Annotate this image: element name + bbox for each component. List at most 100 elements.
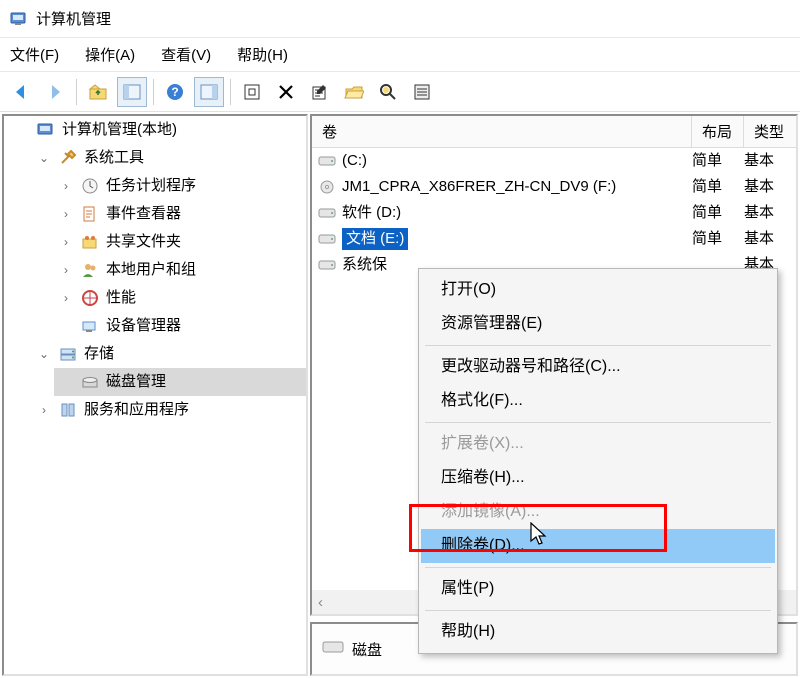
col-layout[interactable]: 布局: [692, 116, 744, 147]
ctx-add-mirror: 添加镜像(A)...: [421, 495, 775, 529]
list-header: 卷 布局 类型: [312, 116, 796, 148]
show-hide-tree-button[interactable]: [117, 77, 147, 107]
tree-root[interactable]: 计算机管理(本地): [10, 116, 306, 144]
volume-name: 系统保: [342, 254, 387, 276]
volume-type: 基本: [744, 202, 796, 224]
tree-users-groups[interactable]: › 本地用户和组: [54, 256, 306, 284]
tree-label: 共享文件夹: [106, 231, 181, 253]
tree-services-apps[interactable]: › 服务和应用程序: [32, 396, 306, 424]
volume-name: 文档 (E:): [342, 228, 408, 250]
col-type[interactable]: 类型: [744, 116, 796, 147]
volume-name: 软件 (D:): [342, 202, 401, 224]
expand-icon[interactable]: ›: [58, 287, 74, 309]
tree-label: 任务计划程序: [106, 175, 196, 197]
users-icon: [80, 260, 100, 280]
dvd-icon: [318, 180, 336, 194]
volume-layout: 简单: [692, 150, 744, 172]
volume-type: 基本: [744, 150, 796, 172]
tree-label: 事件查看器: [106, 203, 181, 225]
tree-label: 设备管理器: [106, 315, 181, 337]
window-title: 计算机管理: [36, 8, 111, 29]
volume-row[interactable]: JM1_CPRA_X86FRER_ZH-CN_DV9 (F:) 简单 基本: [312, 174, 796, 200]
ctx-help[interactable]: 帮助(H): [421, 615, 775, 649]
tree-task-scheduler[interactable]: › 任务计划程序: [54, 172, 306, 200]
forward-button[interactable]: [40, 77, 70, 107]
delete-button[interactable]: [271, 77, 301, 107]
menu-file[interactable]: 文件(F): [8, 40, 61, 69]
tree-root-label: 计算机管理(本地): [62, 119, 177, 141]
ctx-delete-volume[interactable]: 删除卷(D)...: [421, 529, 775, 563]
services-icon: [58, 400, 78, 420]
event-icon: [80, 204, 100, 224]
tree-system-tools[interactable]: ⌄ 系统工具: [32, 144, 306, 172]
tree-storage[interactable]: ⌄ 存储: [32, 340, 306, 368]
volume-row-selected[interactable]: 文档 (E:) 简单 基本: [312, 226, 796, 252]
disk-icon: [322, 639, 344, 659]
properties-button[interactable]: [305, 77, 335, 107]
ctx-shrink[interactable]: 压缩卷(H)...: [421, 461, 775, 495]
tree-event-viewer[interactable]: › 事件查看器: [54, 200, 306, 228]
app-icon: [10, 10, 28, 28]
expand-icon[interactable]: ›: [58, 203, 74, 225]
clock-icon: [80, 176, 100, 196]
back-button[interactable]: [6, 77, 36, 107]
volume-type: 基本: [744, 176, 796, 198]
menu-help[interactable]: 帮助(H): [235, 40, 290, 69]
disk-icon: [80, 372, 100, 392]
collapse-icon[interactable]: ⌄: [36, 147, 52, 169]
find-button[interactable]: [373, 77, 403, 107]
col-volume[interactable]: 卷: [312, 116, 692, 147]
drive-icon: [318, 232, 336, 246]
volume-row[interactable]: (C:) 简单 基本: [312, 148, 796, 174]
open-button[interactable]: [339, 77, 369, 107]
volume-layout: 简单: [692, 228, 744, 250]
tree-device-manager[interactable]: 设备管理器: [54, 312, 306, 340]
expand-icon[interactable]: ›: [58, 259, 74, 281]
volume-name: (C:): [342, 150, 367, 172]
drive-icon: [318, 154, 336, 168]
settings-list-button[interactable]: [407, 77, 437, 107]
share-icon: [80, 232, 100, 252]
tree-performance[interactable]: › 性能: [54, 284, 306, 312]
collapse-icon[interactable]: ⌄: [36, 343, 52, 365]
storage-icon: [58, 344, 78, 364]
expand-icon[interactable]: ›: [58, 231, 74, 253]
tools-icon: [58, 148, 78, 168]
help-button[interactable]: ?: [160, 77, 190, 107]
titlebar: 计算机管理: [0, 0, 800, 38]
ctx-change-letter[interactable]: 更改驱动器号和路径(C)...: [421, 350, 775, 384]
refresh-button[interactable]: [237, 77, 267, 107]
menu-view[interactable]: 查看(V): [159, 40, 213, 69]
toolbar: ?: [0, 72, 800, 112]
tree-label: 本地用户和组: [106, 259, 196, 281]
ctx-open[interactable]: 打开(O): [421, 273, 775, 307]
tree-label: 性能: [106, 287, 136, 309]
drive-icon: [318, 258, 336, 272]
menu-action[interactable]: 操作(A): [83, 40, 137, 69]
ctx-properties[interactable]: 属性(P): [421, 572, 775, 606]
tree-label: 系统工具: [84, 147, 144, 169]
action-pane-button[interactable]: [194, 77, 224, 107]
ctx-format[interactable]: 格式化(F)...: [421, 384, 775, 418]
volume-layout: 简单: [692, 202, 744, 224]
tree-shared-folders[interactable]: › 共享文件夹: [54, 228, 306, 256]
volume-layout: 简单: [692, 176, 744, 198]
svg-text:?: ?: [171, 85, 178, 99]
ctx-explorer[interactable]: 资源管理器(E): [421, 307, 775, 341]
expand-icon[interactable]: ›: [58, 175, 74, 197]
volume-row[interactable]: 软件 (D:) 简单 基本: [312, 200, 796, 226]
computer-icon: [36, 120, 56, 140]
tree-pane[interactable]: 计算机管理(本地) ⌄ 系统工具: [2, 114, 308, 676]
volume-name: JM1_CPRA_X86FRER_ZH-CN_DV9 (F:): [342, 176, 616, 198]
tree-label: 磁盘管理: [106, 371, 166, 393]
up-button[interactable]: [83, 77, 113, 107]
drive-icon: [318, 206, 336, 220]
context-menu: 打开(O) 资源管理器(E) 更改驱动器号和路径(C)... 格式化(F)...…: [418, 268, 778, 654]
device-icon: [80, 316, 100, 336]
tree-disk-management[interactable]: 磁盘管理: [54, 368, 306, 396]
ctx-extend: 扩展卷(X)...: [421, 427, 775, 461]
performance-icon: [80, 288, 100, 308]
volume-type: 基本: [744, 228, 796, 250]
tree-label: 服务和应用程序: [84, 399, 189, 421]
expand-icon[interactable]: ›: [36, 399, 52, 421]
